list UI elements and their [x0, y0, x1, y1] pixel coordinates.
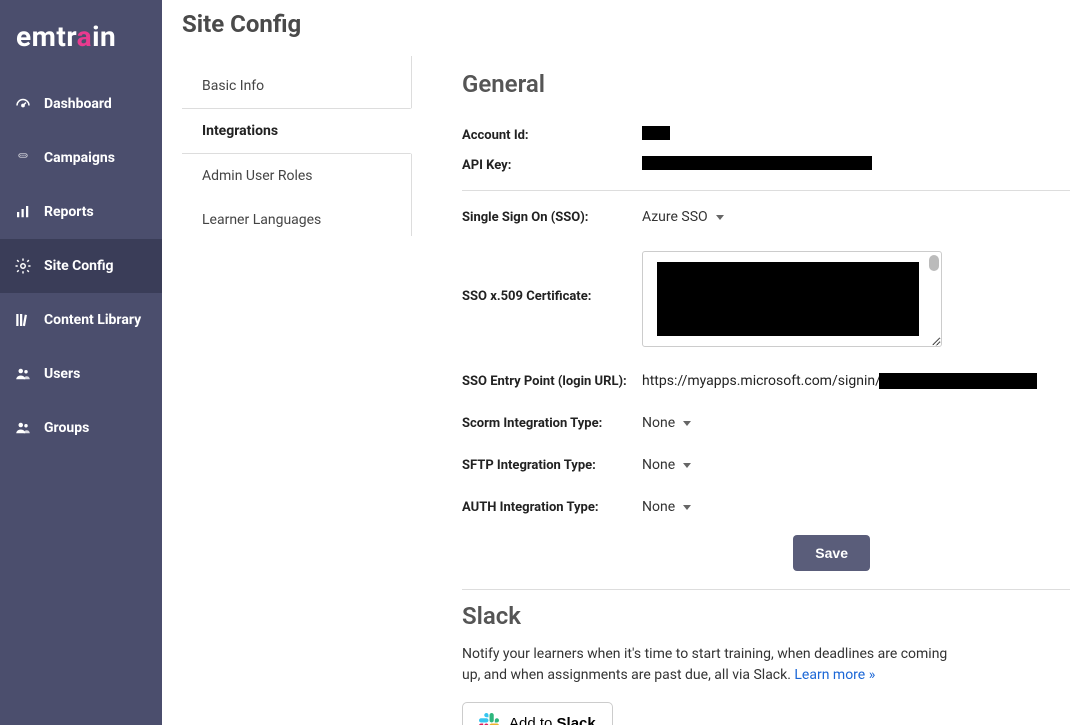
resize-handle[interactable]: [930, 335, 940, 345]
gear-icon: [14, 257, 32, 275]
bar-chart-icon: [14, 203, 32, 221]
page-title: Site Config: [182, 10, 1080, 38]
row-auth: AUTH Integration Type: None: [462, 493, 1070, 521]
sidebar-item-groups[interactable]: Groups: [0, 401, 162, 455]
sidebar-item-users[interactable]: Users: [0, 347, 162, 401]
sidebar-item-label: Site Config: [44, 258, 114, 274]
sso-value: Azure SSO: [642, 209, 708, 225]
gauge-icon: [14, 95, 32, 113]
auth-label: AUTH Integration Type:: [462, 500, 642, 515]
main-nav: Dashboard Campaigns Reports Site Config: [0, 77, 162, 455]
divider: [462, 589, 1070, 590]
row-api-key: API Key:: [462, 150, 1070, 180]
slack-icon: [479, 713, 499, 725]
tab-basic-info[interactable]: Basic Info: [182, 64, 411, 108]
sidebar: emtrain Dashboard Campaigns Reports: [0, 0, 162, 725]
entry-label: SSO Entry Point (login URL):: [462, 374, 642, 389]
sidebar-item-label: Content Library: [44, 312, 141, 328]
api-key-label: API Key:: [462, 158, 642, 173]
tab-learner-languages[interactable]: Learner Languages: [182, 198, 411, 242]
tab-integrations[interactable]: Integrations: [182, 108, 412, 154]
sidebar-item-site-config[interactable]: Site Config: [0, 239, 162, 293]
row-account-id: Account Id:: [462, 120, 1070, 150]
sidebar-item-label: Dashboard: [44, 96, 112, 112]
brand-logo: emtrain: [0, 14, 162, 77]
redacted-value: [657, 262, 919, 336]
tab-admin-user-roles[interactable]: Admin User Roles: [182, 154, 411, 198]
cert-label: SSO x.509 Certificate:: [462, 251, 642, 304]
sso-dropdown[interactable]: Azure SSO: [642, 209, 724, 225]
sidebar-item-dashboard[interactable]: Dashboard: [0, 77, 162, 131]
row-entry-point: SSO Entry Point (login URL): https://mya…: [462, 367, 1070, 395]
slack-heading: Slack: [462, 602, 1070, 630]
sidebar-item-label: Users: [44, 366, 80, 382]
sidebar-item-label: Campaigns: [44, 150, 115, 166]
general-heading: General: [462, 70, 1070, 98]
divider: [462, 190, 1070, 191]
groups-icon: [14, 419, 32, 437]
api-key-value: [642, 156, 1070, 174]
auth-value: None: [642, 499, 675, 515]
chevron-down-icon: [683, 463, 691, 468]
auth-dropdown[interactable]: None: [642, 499, 691, 515]
sso-label: Single Sign On (SSO):: [462, 210, 642, 225]
scorm-label: Scorm Integration Type:: [462, 416, 642, 431]
scorm-value: None: [642, 415, 675, 431]
add-to-slack-button[interactable]: Add to Slack: [462, 702, 613, 725]
slack-button-text: Add to Slack: [509, 715, 596, 725]
entry-value-container: https://myapps.microsoft.com/signin/: [642, 373, 1070, 389]
campaigns-icon: [14, 149, 32, 167]
account-id-value: [642, 126, 1070, 144]
users-icon: [14, 365, 32, 383]
sidebar-item-campaigns[interactable]: Campaigns: [0, 131, 162, 185]
sidebar-item-label: Reports: [44, 204, 94, 220]
row-sso: Single Sign On (SSO): Azure SSO: [462, 203, 1070, 231]
cert-textarea[interactable]: [642, 251, 942, 347]
redacted-value: [642, 156, 872, 170]
integrations-panel: General Account Id: API Key: Single Sign…: [462, 56, 1080, 725]
sftp-dropdown[interactable]: None: [642, 457, 691, 473]
scrollbar-thumb[interactable]: [929, 255, 939, 271]
sidebar-item-content-library[interactable]: Content Library: [0, 293, 162, 347]
redacted-value: [879, 373, 1037, 389]
learn-more-link[interactable]: Learn more »: [794, 667, 875, 683]
sidebar-item-label: Groups: [44, 420, 89, 436]
chevron-down-icon: [716, 215, 724, 220]
entry-url: https://myapps.microsoft.com/signin/: [642, 373, 881, 389]
row-scorm: Scorm Integration Type: None: [462, 409, 1070, 437]
row-sftp: SFTP Integration Type: None: [462, 451, 1070, 479]
account-id-label: Account Id:: [462, 128, 642, 143]
sidebar-item-reports[interactable]: Reports: [0, 185, 162, 239]
redacted-value: [642, 126, 670, 140]
main-content: Site Config Basic Info Integrations Admi…: [162, 0, 1080, 725]
save-button[interactable]: Save: [793, 535, 870, 571]
config-tabs: Basic Info Integrations Admin User Roles…: [182, 56, 412, 236]
scorm-dropdown[interactable]: None: [642, 415, 691, 431]
chevron-down-icon: [683, 421, 691, 426]
row-cert: SSO x.509 Certificate:: [462, 245, 1070, 353]
sftp-label: SFTP Integration Type:: [462, 458, 642, 473]
sftp-value: None: [642, 457, 675, 473]
slack-description: Notify your learners when it's time to s…: [462, 644, 962, 686]
chevron-down-icon: [683, 505, 691, 510]
books-icon: [14, 311, 32, 329]
